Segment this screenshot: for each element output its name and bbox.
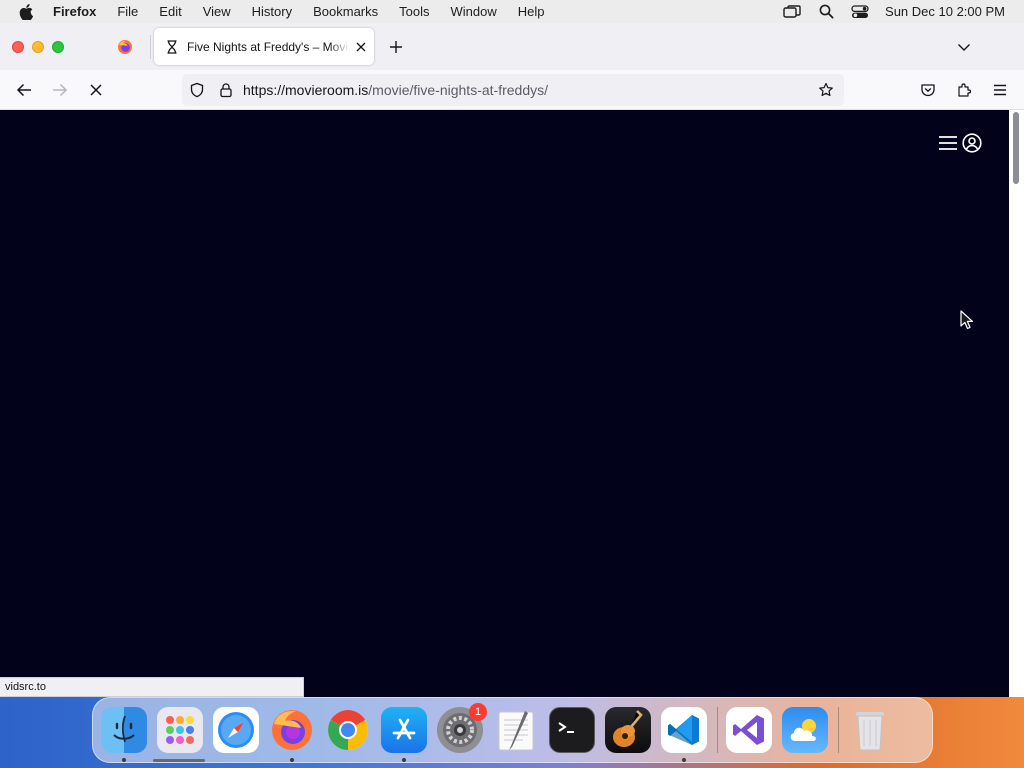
menu-app-name[interactable]: Firefox: [53, 4, 96, 19]
dock: 1: [92, 697, 933, 763]
lock-icon[interactable]: [218, 82, 234, 98]
visual-studio-icon[interactable]: [726, 707, 772, 753]
spotlight-search-icon[interactable]: [817, 4, 835, 20]
tracking-protection-shield-icon[interactable]: [189, 82, 205, 98]
terminal-icon[interactable]: [549, 707, 595, 753]
firefox-window: Five Nights at Freddy's – Movie https://…: [0, 23, 1024, 697]
menu-history[interactable]: History: [252, 4, 292, 19]
vscode-icon[interactable]: [661, 707, 707, 762]
menu-tools[interactable]: Tools: [399, 4, 429, 19]
launchpad-icon[interactable]: [157, 707, 203, 753]
menu-window[interactable]: Window: [451, 4, 497, 19]
dock-divider: [717, 707, 718, 753]
dock-divider: [838, 707, 839, 753]
tab-bar: Five Nights at Freddy's – Movie: [0, 23, 1024, 70]
running-indicator: [122, 758, 126, 762]
forward-arrow-icon[interactable]: [50, 80, 70, 100]
weather-icon[interactable]: [782, 707, 828, 753]
running-indicator: [682, 758, 686, 762]
url-host: https://movieroom.is: [243, 82, 369, 98]
web-page-content: [0, 110, 1024, 697]
tab-title: Five Nights at Freddy's – Movie: [187, 39, 349, 54]
app-menu-hamburger-icon[interactable]: [990, 80, 1010, 100]
page-scrollbar[interactable]: [1009, 110, 1024, 697]
url-text[interactable]: https://movieroom.is/movie/five-nights-a…: [243, 82, 548, 98]
new-tab-plus-icon[interactable]: [387, 38, 405, 56]
control-center-icon[interactable]: [851, 4, 869, 20]
safari-icon[interactable]: [213, 707, 259, 753]
menu-bar: Firefox File Edit View History Bookmarks…: [0, 0, 1024, 23]
url-path: /movie/five-nights-at-freddys/: [368, 82, 548, 98]
system-settings-icon[interactable]: 1: [437, 703, 487, 753]
screen-mirroring-icon[interactable]: [783, 4, 801, 20]
hamburger-menu-icon[interactable]: [938, 135, 958, 151]
launchpad-progress-indicator: [153, 759, 205, 762]
pinned-tab-firefox-icon[interactable]: [116, 38, 134, 56]
app-store-icon[interactable]: [381, 707, 427, 762]
hourglass-loading-icon: [164, 39, 180, 55]
chrome-icon[interactable]: [325, 707, 371, 753]
running-indicator: [402, 758, 406, 762]
address-bar[interactable]: https://movieroom.is/movie/five-nights-a…: [182, 74, 844, 106]
user-account-icon[interactable]: [962, 133, 982, 153]
window-fullscreen-button[interactable]: [52, 41, 64, 53]
window-close-button[interactable]: [12, 41, 24, 53]
link-status-bar: vidsrc.to: [0, 677, 304, 697]
scrollbar-thumb[interactable]: [1013, 112, 1019, 184]
tab-separator: [150, 35, 151, 59]
textedit-icon[interactable]: [493, 707, 539, 753]
extensions-puzzle-icon[interactable]: [954, 80, 974, 100]
firefox-dock-icon[interactable]: [269, 707, 315, 762]
back-arrow-icon[interactable]: [14, 80, 34, 100]
running-indicator: [290, 758, 294, 762]
finder-icon[interactable]: [101, 707, 147, 762]
menu-bar-clock[interactable]: Sun Dec 10 2:00 PM: [885, 4, 1005, 19]
apple-logo-icon[interactable]: [19, 3, 35, 20]
pocket-icon[interactable]: [918, 80, 938, 100]
mouse-pointer-icon: [960, 310, 974, 330]
menu-file[interactable]: File: [117, 4, 138, 19]
menu-bookmarks[interactable]: Bookmarks: [313, 4, 378, 19]
menu-edit[interactable]: Edit: [159, 4, 181, 19]
notification-badge: 1: [469, 703, 487, 721]
stop-loading-x-icon[interactable]: [86, 80, 106, 100]
navigation-toolbar: https://movieroom.is/movie/five-nights-a…: [0, 70, 1024, 110]
menu-view[interactable]: View: [203, 4, 231, 19]
bookmark-star-icon[interactable]: [818, 82, 834, 98]
trash-icon[interactable]: [847, 707, 893, 753]
tab-close-icon[interactable]: [353, 39, 369, 55]
garageband-icon[interactable]: [605, 707, 651, 753]
tab-active[interactable]: Five Nights at Freddy's – Movie: [154, 28, 374, 65]
list-all-tabs-chevron-icon[interactable]: [955, 38, 973, 56]
window-minimize-button[interactable]: [32, 41, 44, 53]
menu-help[interactable]: Help: [518, 4, 545, 19]
